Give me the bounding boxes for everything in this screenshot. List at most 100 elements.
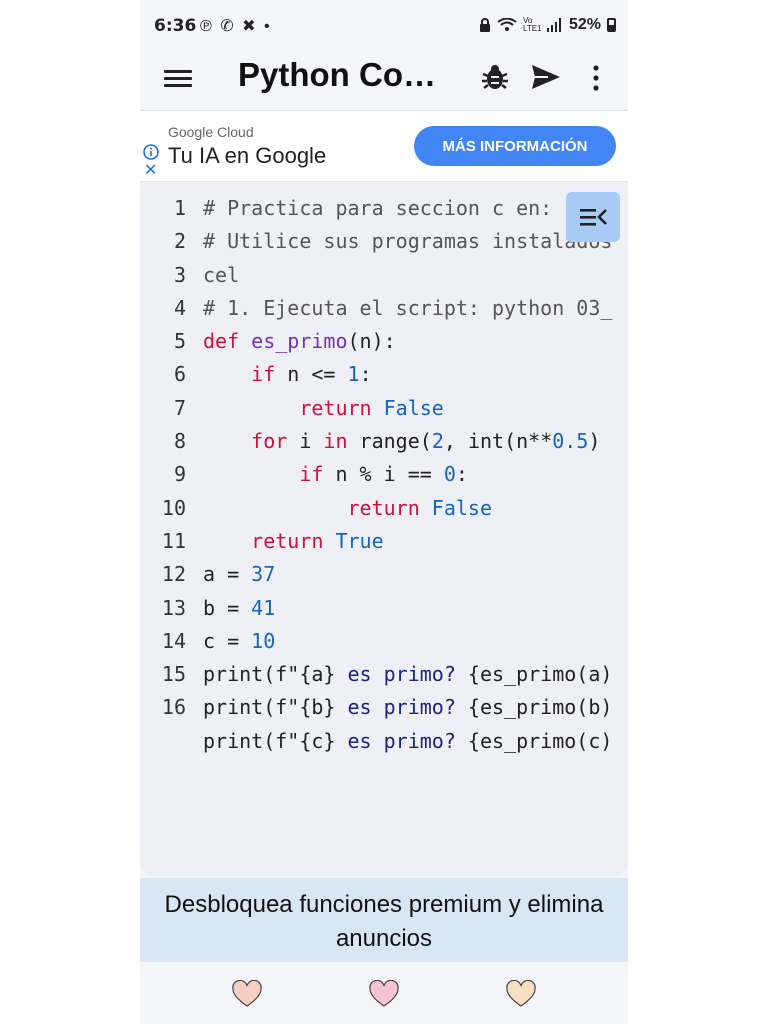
code-token: range(: [347, 429, 432, 454]
more-vert-icon[interactable]: [586, 62, 606, 94]
code-token: es_primo: [251, 329, 348, 354]
line-number: 15: [161, 662, 186, 687]
lock-icon: [479, 18, 490, 32]
outline-list-icon[interactable]: [566, 192, 620, 242]
code-text[interactable]: if n <= 1:: [203, 358, 372, 391]
line-number: 11: [161, 528, 186, 553]
code-text[interactable]: a = 37: [203, 558, 275, 591]
code-line[interactable]: 16 print(f"{b} es primo? {es_primo(b): [140, 691, 613, 724]
line-number: 12: [161, 562, 186, 587]
heart-icon[interactable]: [505, 980, 537, 1008]
code-line[interactable]: 7 return False: [140, 392, 612, 425]
code-line[interactable]: 3 cel: [140, 259, 612, 292]
hamburger-icon[interactable]: [164, 66, 192, 90]
code-line[interactable]: 13 b = 41: [140, 592, 612, 625]
code-token: 10: [251, 628, 276, 653]
code-token: :: [455, 462, 468, 487]
code-token: if: [251, 362, 276, 387]
code-token: b =: [203, 595, 252, 620]
code-line[interactable]: 6 if n <= 1:: [140, 358, 612, 391]
code-text[interactable]: # Utilice sus programas instalados: [203, 225, 612, 258]
code-token: True: [335, 528, 384, 553]
code-line[interactable]: print(f"{c} es primo? {es_primo(c): [140, 725, 612, 758]
code-token: {es_primo(b): [455, 695, 613, 720]
code-text[interactable]: c = 10: [203, 625, 275, 658]
code-text[interactable]: return False: [203, 492, 493, 525]
code-token: # Utilice sus programas instalados: [203, 229, 613, 254]
code-text[interactable]: for i in range(2, int(n**0.5): [203, 425, 600, 458]
bug-icon[interactable]: [480, 62, 510, 92]
line-number: 2: [173, 229, 186, 254]
code-line[interactable]: 8 for i in range(2, int(n**0.5): [140, 425, 612, 458]
code-token: 1: [347, 362, 360, 387]
code-text[interactable]: if n % i == 0:: [203, 458, 468, 491]
signal-icon: [546, 18, 561, 32]
code-line[interactable]: 15 print(f"{a} es primo? {es_primo(a): [140, 658, 613, 691]
code-token: ): [588, 429, 601, 454]
code-token: 0.5: [552, 429, 589, 454]
code-token: False: [431, 495, 493, 520]
code-token: return: [251, 528, 324, 553]
code-text[interactable]: return False: [203, 392, 444, 425]
premium-banner[interactable]: Desbloquea funciones premium y elimina a…: [140, 878, 628, 962]
code-token: es primo?: [347, 695, 456, 720]
code-token: # Practica para seccion c en:: [203, 196, 553, 220]
code-lines[interactable]: 1 # Practica para seccion c en: 2 # Utilice…: [140, 192, 613, 758]
code-line[interactable]: 14 c = 10: [140, 625, 612, 658]
code-line[interactable]: 10 return False: [140, 492, 612, 525]
code-token: 0: [443, 462, 456, 487]
line-number: 13: [161, 595, 186, 620]
code-text[interactable]: return True: [203, 525, 384, 558]
code-token: # 1. Ejecuta el script: python 03_: [203, 295, 613, 320]
battery-percent: 52%: [568, 16, 601, 33]
code-line[interactable]: 9 if n % i == 0:: [140, 458, 612, 491]
code-text[interactable]: cel: [203, 259, 239, 292]
wifi-icon: [497, 18, 517, 31]
code-line[interactable]: 4 # 1. Ejecuta el script: python 03_: [140, 292, 612, 325]
info-icon[interactable]: [143, 144, 159, 160]
code-text[interactable]: def es_primo(n):: [203, 325, 396, 358]
code-editor[interactable]: 1 # Practica para seccion c en: 2 # Utilice…: [140, 182, 628, 876]
code-token: print(f"{a}: [203, 662, 348, 687]
code-token: if: [299, 462, 324, 487]
code-token: in: [323, 429, 348, 454]
code-line[interactable]: 11 return True: [140, 525, 612, 558]
code-text[interactable]: # 1. Ejecuta el script: python 03_: [203, 292, 612, 325]
ad-title[interactable]: Tu IA en Google: [168, 143, 326, 169]
status-time: 6:36: [154, 16, 197, 36]
heart-icon[interactable]: [231, 980, 263, 1008]
phone-screen: 6:36 ℗ ✆ ✖ • Vo LTE1 52% Python Cod... ✕…: [140, 0, 628, 1024]
code-token: i: [287, 429, 324, 454]
line-number: 5: [173, 329, 186, 354]
code-line[interactable]: 1 # Practica para seccion c en:: [140, 192, 612, 225]
code-token: :: [359, 362, 372, 387]
app-title: Python Cod...: [238, 56, 448, 93]
code-text[interactable]: print(f"{a} es primo? {es_primo(a): [203, 658, 612, 691]
app-bar: Python Cod...: [140, 50, 628, 110]
line-number: 8: [173, 429, 186, 454]
heart-icon[interactable]: [368, 980, 400, 1008]
code-token: es primo?: [347, 728, 456, 753]
code-text[interactable]: print(f"{c} es primo? {es_primo(c): [203, 725, 612, 758]
code-text[interactable]: b = 41: [203, 592, 275, 625]
code-line[interactable]: 12 a = 37: [140, 558, 612, 591]
code-line[interactable]: 5 def es_primo(n):: [140, 325, 612, 358]
code-token: 37: [251, 562, 276, 587]
ad-source: Google Cloud: [168, 124, 254, 140]
code-text[interactable]: print(f"{b} es primo? {es_primo(b): [203, 691, 612, 724]
code-token: def: [203, 329, 252, 354]
code-token: return: [347, 495, 420, 520]
code-token: a =: [203, 562, 252, 587]
code-token: {es_primo(c): [455, 728, 613, 753]
ad-banner[interactable]: ✕ Google Cloud Tu IA en Google MÁS INFOR…: [140, 110, 628, 182]
code-line[interactable]: 2 # Utilice sus programas instalados: [140, 225, 612, 258]
send-icon[interactable]: [530, 62, 562, 92]
close-icon[interactable]: ✕: [144, 163, 157, 179]
line-number: 6: [173, 362, 186, 387]
code-token: es primo?: [347, 662, 456, 687]
code-text[interactable]: # Practica para seccion c en:: [203, 192, 552, 225]
code-token: for: [251, 429, 288, 454]
ad-more-info-button[interactable]: MÁS INFORMACIÓN: [414, 126, 616, 166]
